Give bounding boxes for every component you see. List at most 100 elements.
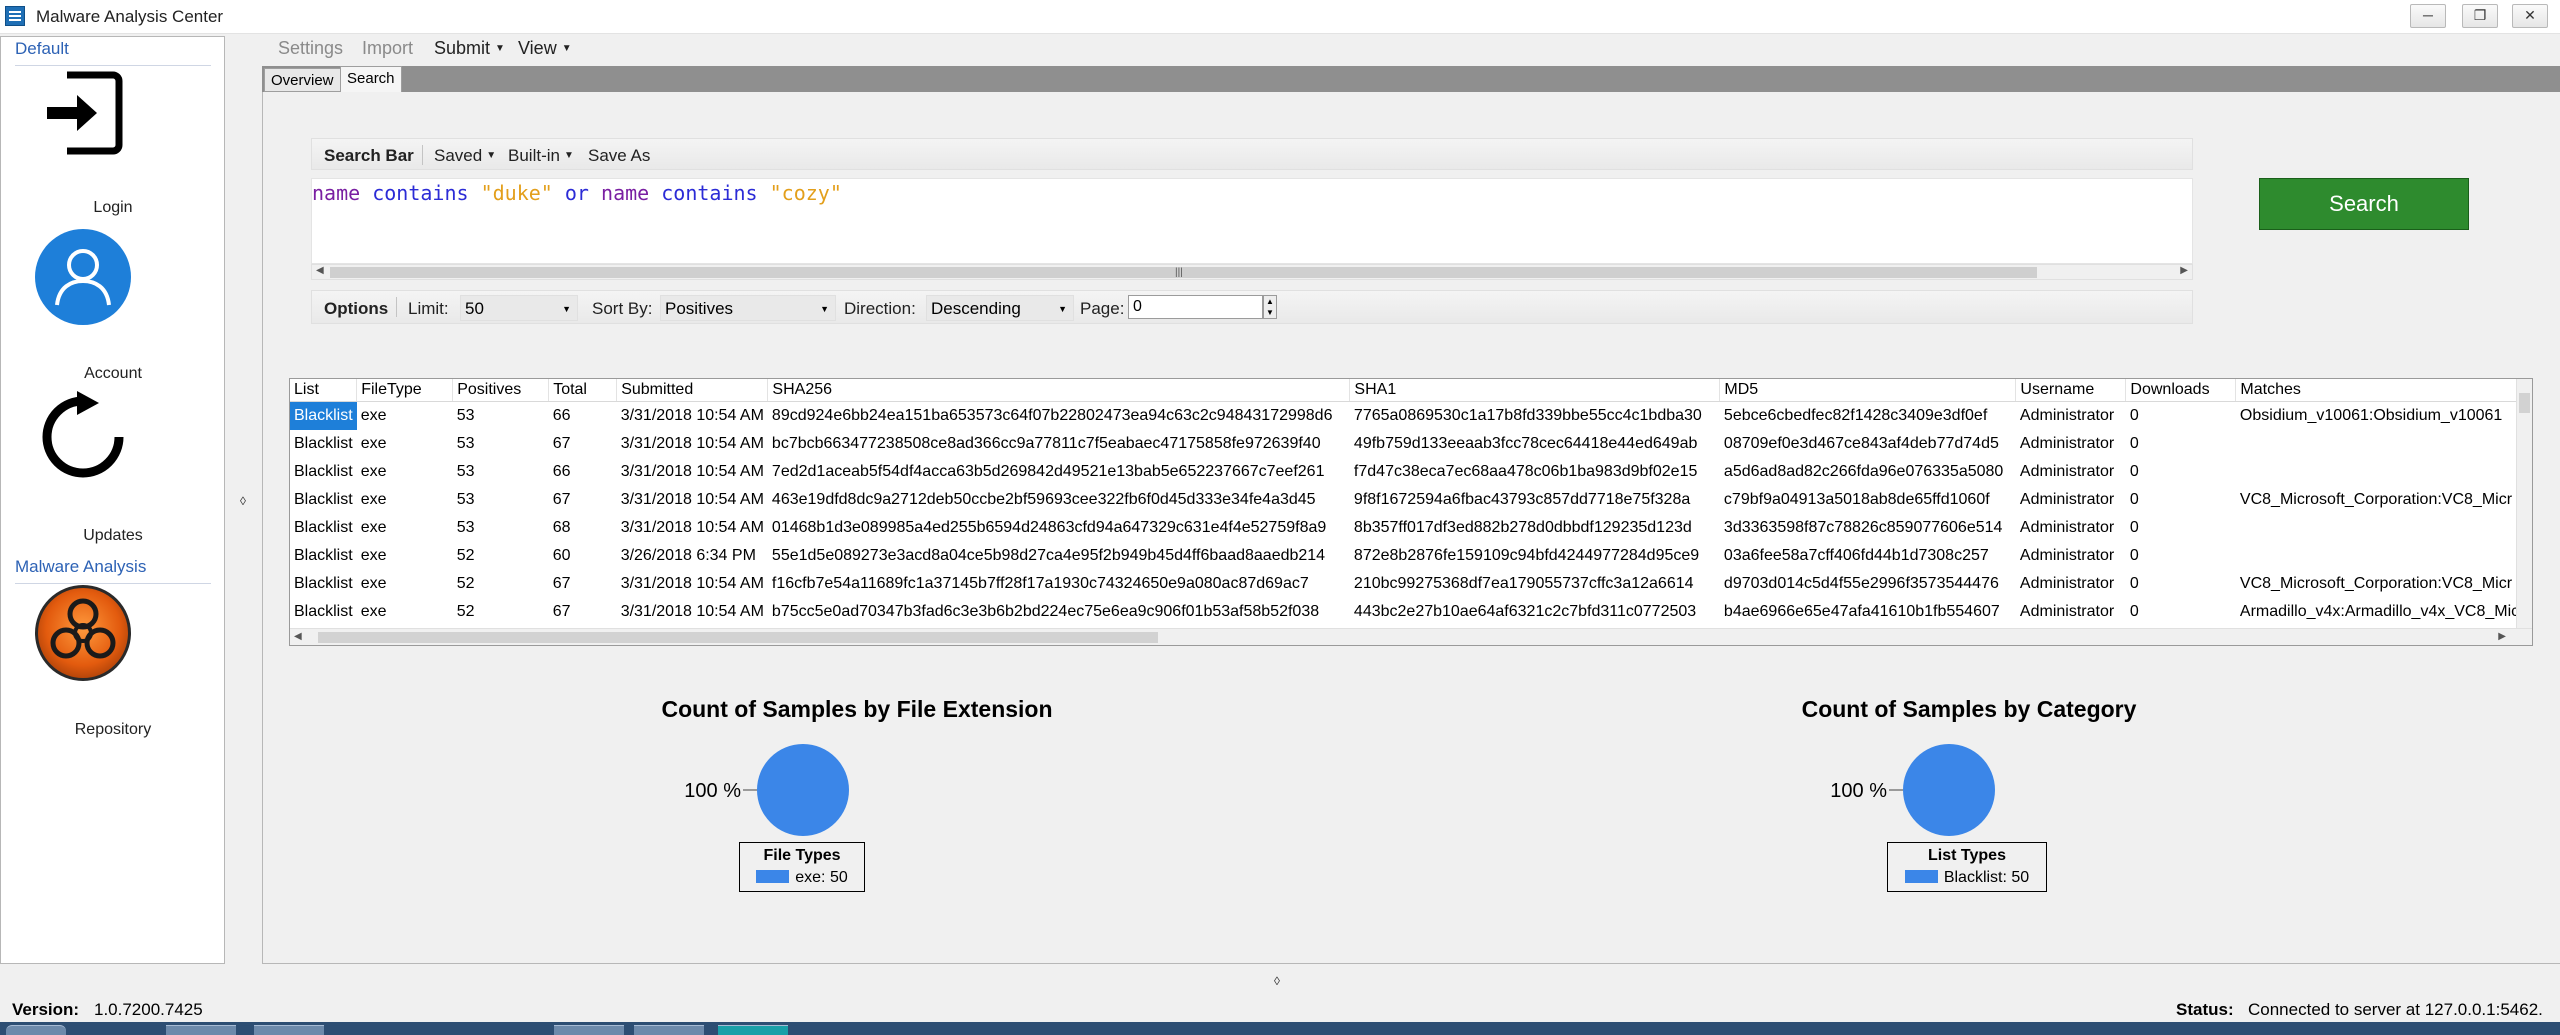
- column-header[interactable]: Matches: [2235, 379, 2524, 402]
- direction-select[interactable]: Descending ▼: [926, 295, 1074, 321]
- column-header[interactable]: MD5: [1719, 379, 2017, 402]
- table-cell[interactable]: Administrator: [2016, 430, 2126, 458]
- table-cell[interactable]: 0: [2126, 570, 2236, 598]
- close-button[interactable]: ✕: [2512, 4, 2548, 28]
- table-cell[interactable]: bc7bcb663477238508ce8ad366cc9a77811c7f5e…: [768, 430, 1350, 458]
- sidebar-splitter-handle[interactable]: ◊: [240, 494, 246, 508]
- table-cell[interactable]: 67: [549, 570, 617, 598]
- table-cell[interactable]: exe: [357, 598, 453, 626]
- results-vertical-scrollbar[interactable]: [2516, 379, 2532, 629]
- table-cell[interactable]: 3/26/2018 6:34 PM: [617, 542, 768, 570]
- page-input[interactable]: [1128, 295, 1263, 319]
- scrollbar-thumb[interactable]: [318, 632, 1158, 643]
- table-cell[interactable]: 03a6fee58a7cff406fd44b1d7308c257: [1720, 542, 2016, 570]
- table-cell[interactable]: Administrator: [2016, 514, 2126, 542]
- table-cell[interactable]: exe: [357, 402, 453, 430]
- table-cell[interactable]: 0: [2126, 542, 2236, 570]
- scroll-left-icon[interactable]: ◀: [316, 265, 324, 276]
- table-cell[interactable]: [2236, 514, 2523, 542]
- minimize-button[interactable]: ─: [2410, 4, 2446, 28]
- sidebar-item-repository[interactable]: Repository: [1, 585, 225, 745]
- table-cell[interactable]: 7765a0869530c1a17b8fd339bbe55cc4c1bdba30: [1350, 402, 1720, 430]
- table-cell[interactable]: 9f8f1672594a6fbac43793c857dd7718e75f328a: [1350, 486, 1720, 514]
- table-cell[interactable]: Obsidium_v10061:Obsidium_v10061: [2236, 402, 2523, 430]
- table-cell[interactable]: 53: [453, 458, 549, 486]
- results-horizontal-scrollbar[interactable]: ◀ ▶: [290, 628, 2532, 645]
- saved-queries-dropdown[interactable]: Saved ▼: [434, 146, 496, 166]
- scroll-right-icon[interactable]: ▶: [2180, 265, 2188, 276]
- table-cell[interactable]: Administrator: [2016, 542, 2126, 570]
- table-cell[interactable]: f16cfb7e54a11689fc1a37145b7ff28f17a1930c…: [768, 570, 1350, 598]
- table-cell[interactable]: Administrator: [2016, 598, 2126, 626]
- column-header[interactable]: Submitted: [616, 379, 769, 402]
- table-cell[interactable]: 8b357ff017df3ed882b278d0dbbdf129235d123d: [1350, 514, 1720, 542]
- table-cell[interactable]: Armadillo_v4x:Armadillo_v4x_VC8_Mic: [2236, 598, 2523, 626]
- table-row[interactable]: Blacklist exe 53 66 3/31/2018 10:54 AM 7ed2d1…: [290, 458, 2523, 486]
- table-row[interactable]: Blacklist exe 53 67 3/31/2018 10:54 AM bc7bcb…: [290, 430, 2523, 458]
- bottom-splitter-handle[interactable]: ◊: [1274, 974, 1280, 988]
- start-button[interactable]: [6, 1025, 66, 1035]
- table-cell[interactable]: 67: [549, 486, 617, 514]
- table-cell[interactable]: 0: [2126, 402, 2236, 430]
- table-cell[interactable]: 49fb759d133eeaab3fcc78cec64418e44ed649ab: [1350, 430, 1720, 458]
- table-row[interactable]: Blacklist exe 53 66 3/31/2018 10:54 AM 89cd92…: [290, 401, 2523, 430]
- table-cell[interactable]: exe: [357, 542, 453, 570]
- table-cell[interactable]: exe: [357, 486, 453, 514]
- table-cell[interactable]: 01468b1d3e089985a4ed255b6594d24863cfd94a…: [768, 514, 1350, 542]
- column-header[interactable]: Positives: [452, 379, 550, 402]
- table-cell[interactable]: 89cd924e6bb24ea151ba653573c64f07b2280247…: [768, 402, 1350, 430]
- scrollbar-thumb[interactable]: [2519, 393, 2530, 413]
- table-cell[interactable]: 55e1d5e089273e3acd8a04ce5b98d27ca4e95f2b…: [768, 542, 1350, 570]
- table-cell[interactable]: 3/31/2018 10:54 AM: [617, 514, 768, 542]
- scroll-right-icon[interactable]: ▶: [2498, 631, 2506, 642]
- chevron-down-icon[interactable]: ▼: [1264, 307, 1276, 318]
- table-cell[interactable]: 7ed2d1aceab5f54df4acca63b5d269842d49521e…: [768, 458, 1350, 486]
- table-cell[interactable]: 67: [549, 598, 617, 626]
- table-cell[interactable]: 3/31/2018 10:54 AM: [617, 570, 768, 598]
- sidebar-item-login[interactable]: Login: [1, 67, 225, 227]
- table-row[interactable]: Blacklist exe 52 60 3/26/2018 6:34 PM 55e1d5e…: [290, 542, 2523, 570]
- table-cell[interactable]: exe: [357, 514, 453, 542]
- table-cell[interactable]: Blacklist: [290, 514, 357, 542]
- table-cell[interactable]: 210bc99275368df7ea179055737cffc3a12a6614: [1350, 570, 1720, 598]
- column-header[interactable]: FileType: [356, 379, 454, 402]
- table-row[interactable]: Blacklist exe 52 67 3/31/2018 10:54 AM f16cfb…: [290, 570, 2523, 598]
- query-text[interactable]: name contains "duke" or name contains "c…: [312, 181, 842, 205]
- table-cell[interactable]: 53: [453, 486, 549, 514]
- table-cell[interactable]: 66: [549, 402, 617, 430]
- table-cell[interactable]: d9703d014c5d4f55e2996f3573544476: [1720, 570, 2016, 598]
- table-cell[interactable]: 0: [2126, 514, 2236, 542]
- table-cell[interactable]: 3/31/2018 10:54 AM: [617, 430, 768, 458]
- table-cell[interactable]: 443bc2e27b10ae64af6321c2c7bfd311c0772503: [1350, 598, 1720, 626]
- table-cell[interactable]: 53: [453, 514, 549, 542]
- page-stepper[interactable]: ▲ ▼: [1263, 295, 1277, 319]
- table-cell[interactable]: Blacklist: [290, 486, 357, 514]
- table-cell[interactable]: 53: [453, 402, 549, 430]
- table-cell[interactable]: 872e8b2876fe159109c94bfd4244977284d95ce9: [1350, 542, 1720, 570]
- table-cell[interactable]: f7d47c38eca7ec68aa478c06b1ba983d9bf02e15: [1350, 458, 1720, 486]
- table-cell[interactable]: 08709ef0e3d467ce843af4deb77d74d5: [1720, 430, 2016, 458]
- table-row[interactable]: Blacklist exe 52 67 3/31/2018 10:54 AM b75cc5…: [290, 598, 2523, 626]
- table-cell[interactable]: a5d6ad8ad82c266fda96e076335a5080: [1720, 458, 2016, 486]
- table-cell[interactable]: Administrator: [2016, 570, 2126, 598]
- taskbar-app[interactable]: [254, 1025, 324, 1035]
- taskbar-app[interactable]: [718, 1025, 788, 1035]
- maximize-button[interactable]: ❐: [2462, 4, 2498, 28]
- sidebar-item-account[interactable]: Account: [1, 229, 225, 389]
- table-cell[interactable]: 3/31/2018 10:54 AM: [617, 402, 768, 430]
- tab-overview[interactable]: Overview: [264, 68, 341, 92]
- save-as-button[interactable]: Save As: [588, 146, 650, 166]
- table-cell[interactable]: 3/31/2018 10:54 AM: [617, 458, 768, 486]
- table-cell[interactable]: VC8_Microsoft_Corporation:VC8_Micr: [2236, 486, 2523, 514]
- table-cell[interactable]: Administrator: [2016, 402, 2126, 430]
- column-header[interactable]: Total: [548, 379, 618, 402]
- table-cell[interactable]: exe: [357, 458, 453, 486]
- taskbar-app[interactable]: [634, 1025, 704, 1035]
- column-header[interactable]: SHA256: [767, 379, 1351, 402]
- menu-submit[interactable]: Submit ▼: [434, 38, 505, 59]
- table-row[interactable]: Blacklist exe 53 68 3/31/2018 10:54 AM 01468b…: [290, 514, 2523, 542]
- query-horizontal-scrollbar[interactable]: ◀ ||| ▶: [311, 264, 2193, 280]
- table-cell[interactable]: [2236, 458, 2523, 486]
- table-cell[interactable]: c79bf9a04913a5018ab8de65ffd1060f: [1720, 486, 2016, 514]
- table-cell[interactable]: 67: [549, 430, 617, 458]
